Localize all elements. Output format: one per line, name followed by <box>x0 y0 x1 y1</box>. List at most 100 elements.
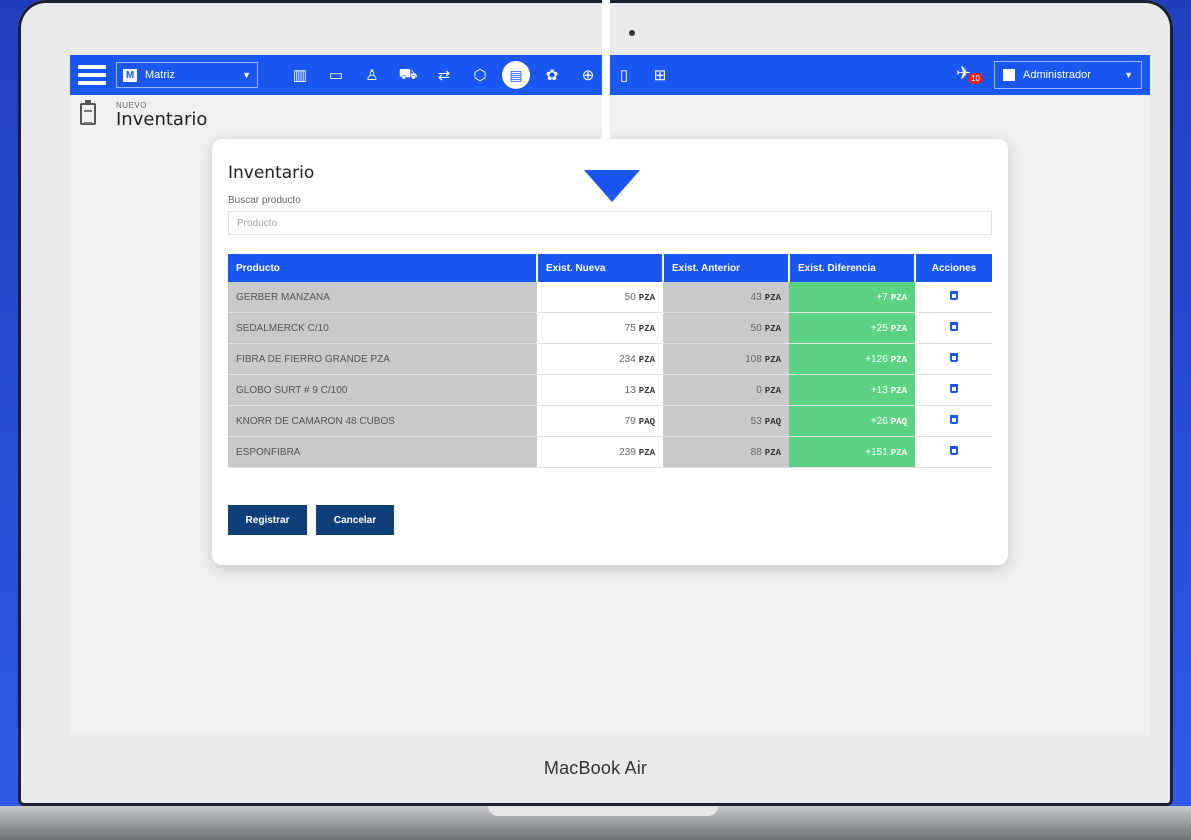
inventory-icon[interactable]: ▤ <box>502 61 530 89</box>
table-row: FIBRA DE FIERRO GRANDE PZA 234 PZA 108 PZA… <box>228 343 992 375</box>
bar-chart-icon[interactable]: ▥ <box>282 66 318 84</box>
new-stock-cell[interactable]: 234 PZA <box>537 343 663 375</box>
difference-cell: +7 PZA <box>789 282 915 313</box>
branch-badge: M <box>123 68 137 82</box>
header-previous-stock[interactable]: Exist. Anterior <box>663 254 790 282</box>
branch-select[interactable]: M Matriz ▼ <box>116 62 258 88</box>
prev-qty: 0 <box>756 384 762 396</box>
diff-unit: PAQ <box>890 416 907 427</box>
actions-cell <box>915 405 992 437</box>
actions-cell <box>915 282 992 313</box>
trash-icon[interactable] <box>949 322 958 331</box>
new-stock-cell[interactable]: 13 PZA <box>537 374 663 406</box>
new-unit: PZA <box>638 354 655 365</box>
header-product[interactable]: Producto <box>228 254 538 282</box>
diff-unit: PZA <box>890 385 907 396</box>
header-new-stock[interactable]: Exist. Nueva <box>537 254 664 282</box>
product-name: FIBRA DE FIERRO GRANDE PZA <box>228 343 537 375</box>
previous-stock-cell: 108 PZA <box>663 343 789 375</box>
page-title: Inventario <box>116 109 208 130</box>
diff-qty: +25 <box>870 322 888 334</box>
table-row: GERBER MANZANA 50 PZA 43 PZA +7 PZA <box>228 282 992 313</box>
new-unit: PAQ <box>638 416 655 427</box>
header-stock-difference[interactable]: Exist. Diferencia <box>789 254 916 282</box>
prev-qty: 43 <box>750 291 762 303</box>
previous-stock-cell: 43 PZA <box>663 282 789 313</box>
menu-icon[interactable] <box>78 65 106 85</box>
difference-cell: +25 PZA <box>789 312 915 344</box>
basket-icon[interactable]: ⊕ <box>570 66 606 84</box>
cash-icon[interactable]: ▭ <box>318 66 354 84</box>
app-screen: M Matriz ▼ ▥ ▭ ♙ ⛟ ⇄ ⬡ ▤ ✿ ⊕ ▯ ⊞ ✈ 10 Ad… <box>70 55 1150 735</box>
difference-cell: +26 PAQ <box>789 405 915 437</box>
new-unit: PZA <box>638 292 655 303</box>
trash-icon[interactable] <box>949 384 958 393</box>
table-row: KNORR DE CAMARON 48 CUBOS 79 PAQ 53 PAQ +2… <box>228 405 992 437</box>
difference-cell: +126 PZA <box>789 343 915 375</box>
product-name: SEDALMERCK C/10 <box>228 312 537 344</box>
trash-icon[interactable] <box>949 291 958 300</box>
laptop-notch <box>488 806 718 816</box>
nav-icon-bar: ▥ ▭ ♙ ⛟ ⇄ ⬡ ▤ ✿ ⊕ ▯ ⊞ <box>282 61 678 89</box>
clipboard-icon[interactable]: ▯ <box>606 66 642 84</box>
table-header-row: Producto Exist. Nueva Exist. Anterior Ex… <box>228 254 992 282</box>
new-qty: 79 <box>624 415 636 427</box>
diff-unit: PZA <box>890 447 907 458</box>
header-actions: Acciones <box>915 254 992 282</box>
new-qty: 234 <box>619 353 636 365</box>
table-row: GLOBO SURT # 9 C/100 13 PZA 0 PZA +13 PZA <box>228 374 992 406</box>
prev-unit: PZA <box>764 354 781 365</box>
notifications-count: 10 <box>968 73 983 84</box>
previous-stock-cell: 50 PZA <box>663 312 789 344</box>
clipboard-icon <box>80 100 96 125</box>
user-square-icon <box>1003 69 1015 81</box>
notifications-button[interactable]: ✈ 10 <box>956 63 983 84</box>
inventory-table: Producto Exist. Nueva Exist. Anterior Ex… <box>228 254 992 468</box>
user-menu[interactable]: Administrador ▼ <box>994 61 1142 89</box>
new-unit: PZA <box>638 385 655 396</box>
actions-cell <box>915 343 992 375</box>
prev-qty: 108 <box>745 353 762 365</box>
difference-cell: +151 PZA <box>789 436 915 468</box>
branch-label: Matriz <box>145 69 175 81</box>
user-label: Administrador <box>1023 69 1091 81</box>
camera-icon <box>629 30 635 36</box>
transfer-icon[interactable]: ⇄ <box>426 66 462 84</box>
new-qty: 13 <box>624 384 636 396</box>
actions-cell <box>915 312 992 344</box>
diff-qty: +151 <box>865 446 888 458</box>
prev-unit: PZA <box>764 385 781 396</box>
register-button[interactable]: Registrar <box>228 505 307 535</box>
cancel-button[interactable]: Cancelar <box>316 505 394 535</box>
cart-icon[interactable]: ⊞ <box>642 66 678 84</box>
product-name: ESPONFIBRA <box>228 436 537 468</box>
new-stock-cell[interactable]: 50 PZA <box>537 282 663 313</box>
trash-icon[interactable] <box>949 353 958 362</box>
truck-icon[interactable]: ⛟ <box>390 66 426 85</box>
trash-icon[interactable] <box>949 446 958 455</box>
new-unit: PZA <box>638 323 655 334</box>
previous-stock-cell: 0 PZA <box>663 374 789 406</box>
new-stock-cell[interactable]: 79 PAQ <box>537 405 663 437</box>
gift-icon[interactable]: ✿ <box>534 66 570 84</box>
previous-stock-cell: 53 PAQ <box>663 405 789 437</box>
new-stock-cell[interactable]: 239 PZA <box>537 436 663 468</box>
diff-qty: +126 <box>865 353 888 365</box>
diff-qty: +26 <box>870 415 888 427</box>
diff-qty: +7 <box>876 291 888 303</box>
card-title: Inventario <box>228 163 315 183</box>
laptop-model-label: MacBook Air <box>543 758 648 778</box>
user-icon[interactable]: ♙ <box>354 66 390 84</box>
table-row: ESPONFIBRA 239 PZA 88 PZA +151 PZA <box>228 436 992 468</box>
prev-qty: 50 <box>750 322 762 334</box>
prev-unit: PZA <box>764 292 781 303</box>
pointer-arrow-shaft <box>602 0 610 172</box>
chevron-down-icon: ▼ <box>242 70 251 80</box>
product-name: KNORR DE CAMARON 48 CUBOS <box>228 405 537 437</box>
box-icon[interactable]: ⬡ <box>462 66 498 84</box>
search-input[interactable] <box>228 211 992 235</box>
trash-icon[interactable] <box>949 415 958 424</box>
new-stock-cell[interactable]: 75 PZA <box>537 312 663 344</box>
actions-cell <box>915 436 992 468</box>
previous-stock-cell: 88 PZA <box>663 436 789 468</box>
